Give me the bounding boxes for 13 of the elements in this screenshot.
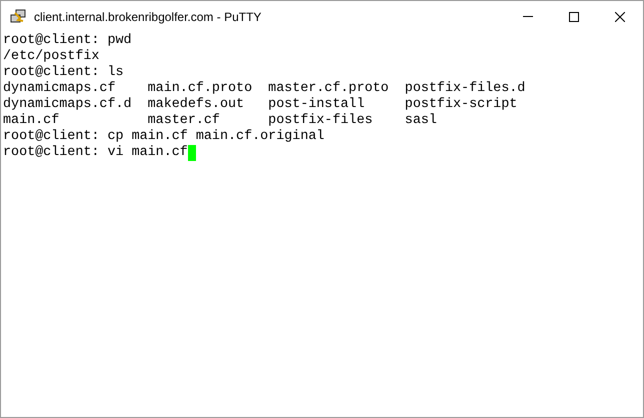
terminal-line: main.cf master.cf postfix-files sasl bbox=[3, 113, 437, 129]
terminal-line: root@client: vi main.cf bbox=[3, 145, 188, 161]
terminal-line: dynamicmaps.cf main.cf.proto master.cf.proto postfix-files.d bbox=[3, 81, 526, 97]
close-icon bbox=[615, 12, 625, 22]
window-title: client.internal.brokenribgolfer.com - PuTTY bbox=[34, 8, 262, 26]
terminal-line: /etc/postfix bbox=[3, 49, 100, 65]
terminal-line: dynamicmaps.cf.d makedefs.out post-install postfix-script bbox=[3, 97, 518, 113]
maximize-icon bbox=[569, 12, 579, 22]
terminal-line: root@client: ls bbox=[3, 65, 124, 81]
computers-icon bbox=[10, 8, 26, 24]
terminal-line: root@client: pwd bbox=[3, 33, 132, 49]
minimize-icon bbox=[523, 16, 533, 17]
terminal-line: root@client: cp main.cf main.cf.original bbox=[3, 129, 324, 145]
